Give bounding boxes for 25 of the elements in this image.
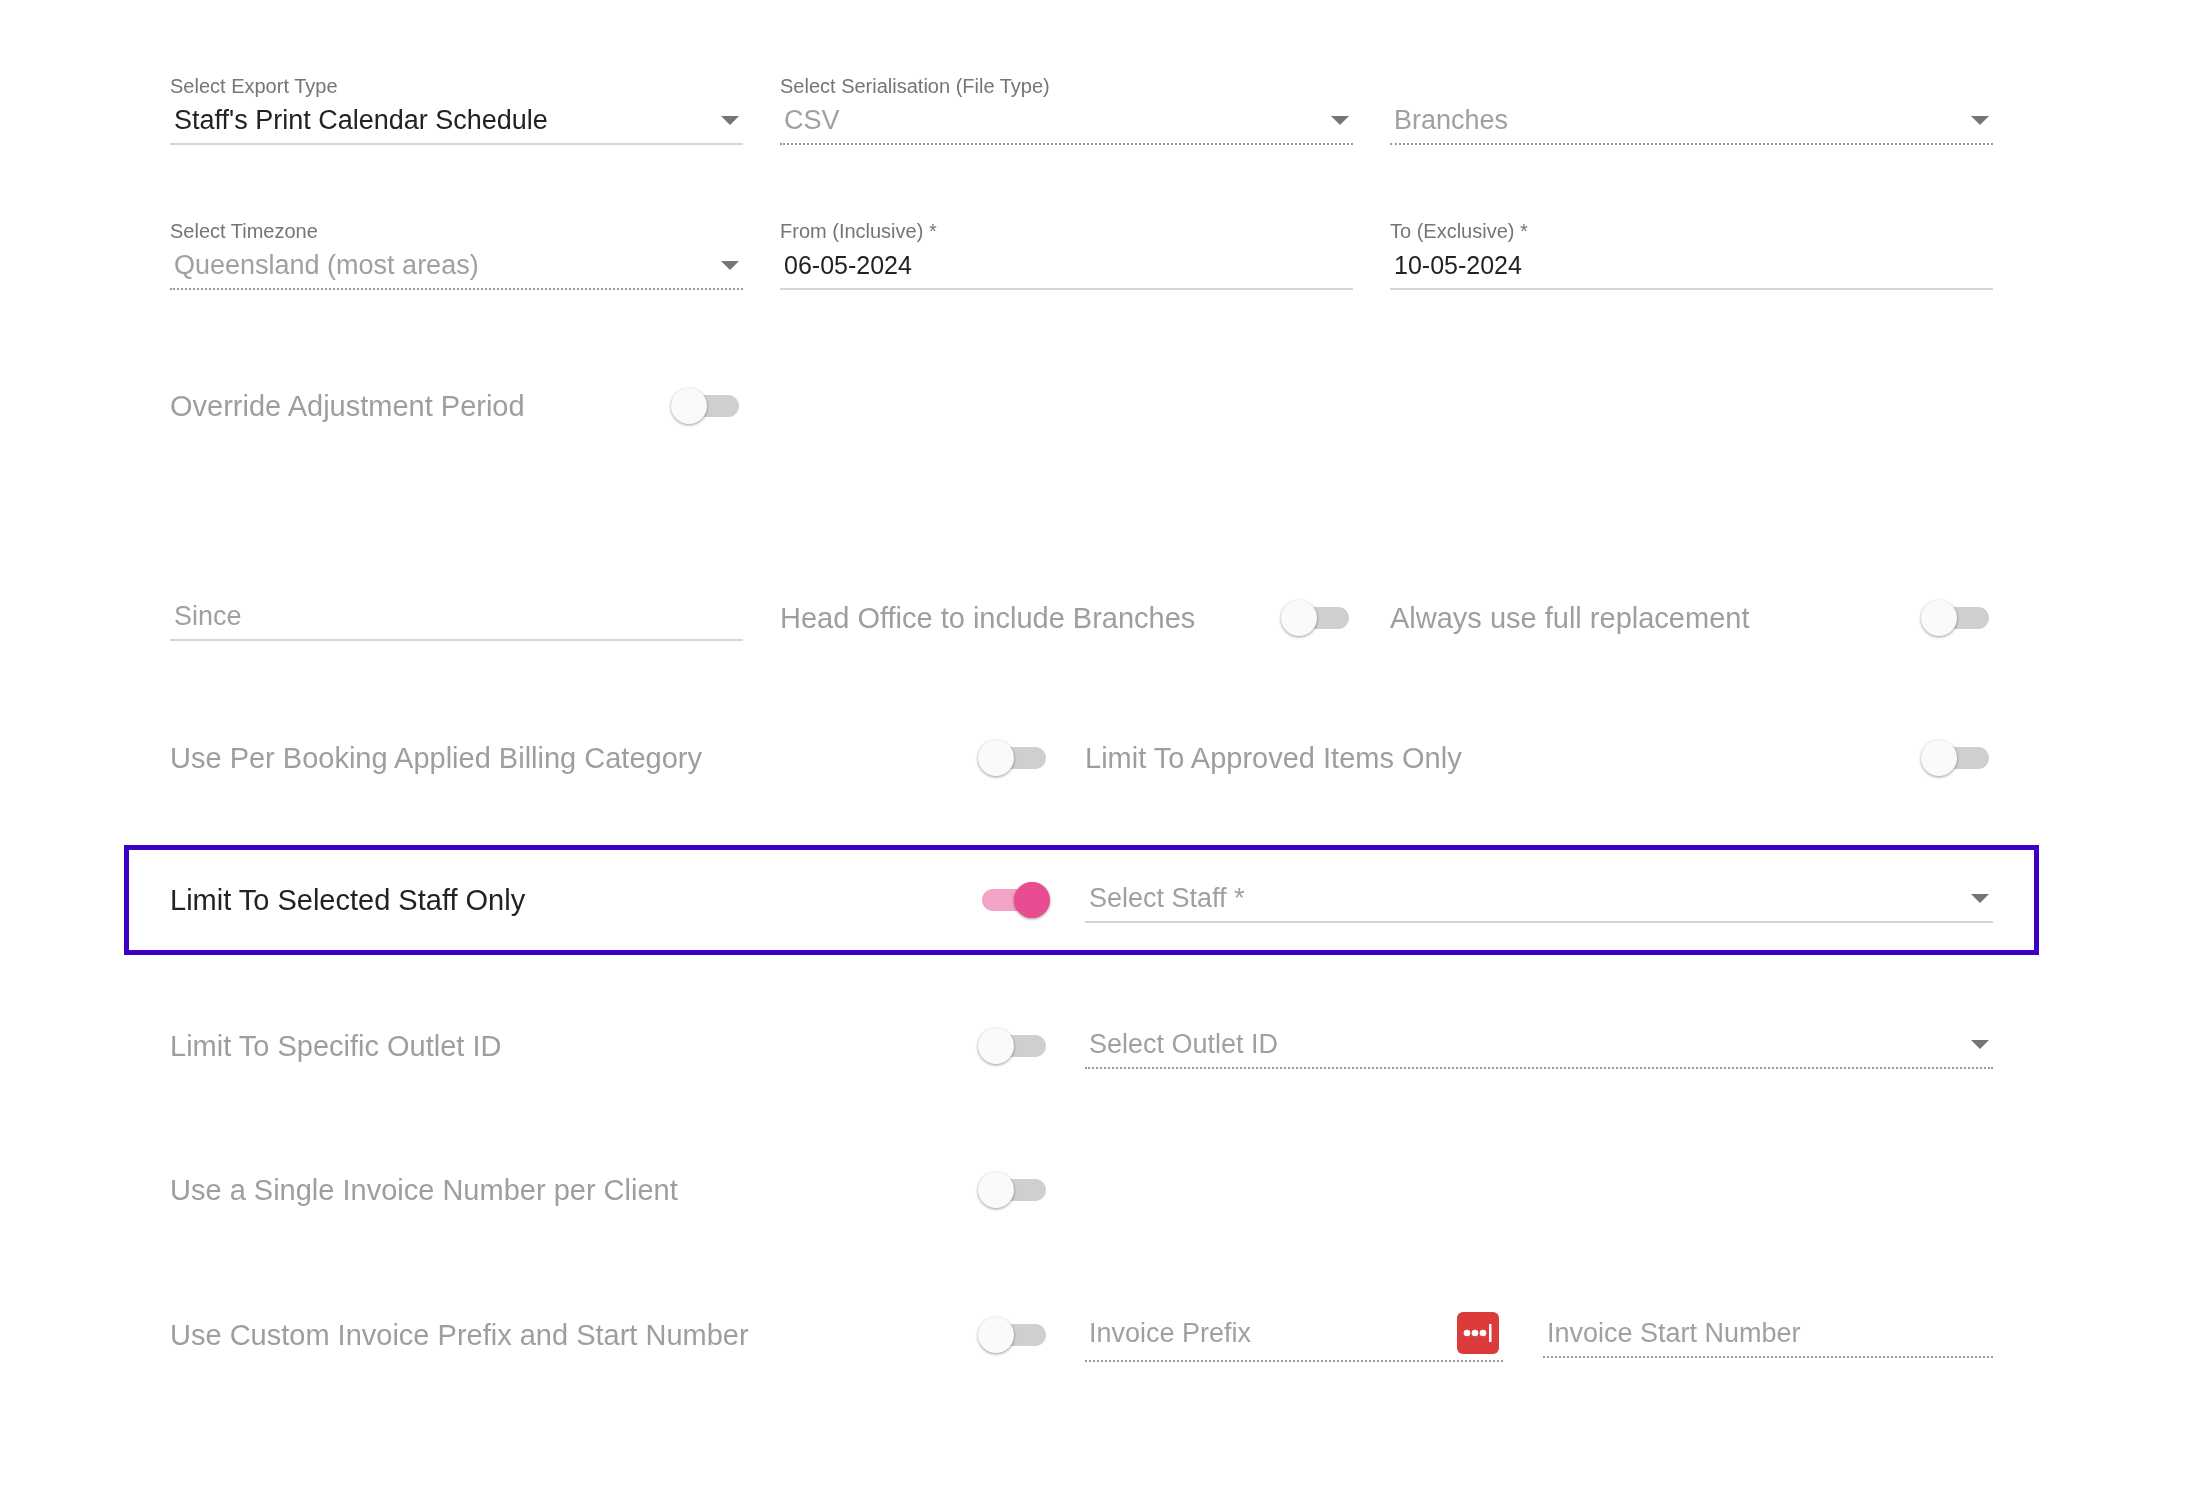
caret-icon	[1331, 115, 1349, 125]
input-field[interactable]: 06-05-2024	[780, 244, 1353, 290]
select-field[interactable]: Staff's Print Calendar Schedule	[170, 99, 743, 145]
caret-icon	[1971, 115, 1989, 125]
caret-icon	[1971, 893, 1989, 903]
caret-icon	[721, 115, 739, 125]
caret-icon	[1971, 1039, 1989, 1049]
toggle-label: Override Adjustment Period	[170, 389, 525, 423]
input-field[interactable]: 10-05-2024	[1390, 244, 1993, 290]
field-label: From (Inclusive) *	[780, 219, 937, 244]
toggle-label: Use Per Booking Applied Billing Category	[170, 741, 702, 775]
toggle-label: Limit To Specific Outlet ID	[170, 1029, 502, 1063]
toggle-label: Head Office to include Branches	[780, 601, 1196, 635]
toggle-label: Limit To Selected Staff Only	[170, 883, 526, 917]
field-label: Select Export Type	[170, 74, 338, 99]
toggle-label: Use Custom Invoice Prefix and Start Number	[170, 1318, 749, 1352]
toggle-label: Limit To Approved Items Only	[1085, 741, 1462, 775]
field-label: Select Serialisation (File Type)	[780, 74, 1050, 99]
toggle-label: Use a Single Invoice Number per Client	[170, 1173, 678, 1207]
input-field[interactable]: Since	[170, 595, 743, 641]
field-label: Select Timezone	[170, 219, 318, 244]
field-label: To (Exclusive) *	[1390, 219, 1528, 244]
toggle-label: Always use full replacement	[1390, 601, 1750, 635]
select-field[interactable]: Select Staff *	[1085, 877, 1993, 923]
caret-icon	[721, 260, 739, 270]
